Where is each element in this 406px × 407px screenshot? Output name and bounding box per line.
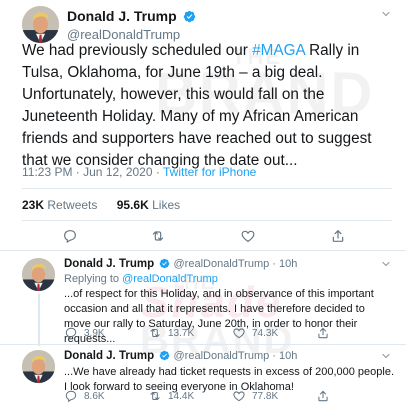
reply-count: 8.6K — [84, 390, 105, 402]
divider — [22, 188, 392, 189]
reply-actions: 8.6K 14.4K 77.8K — [0, 389, 406, 407]
author-avatar[interactable] — [22, 350, 55, 383]
share-icon — [316, 326, 330, 340]
retweet-button[interactable]: 13.7K — [148, 326, 194, 340]
like-button[interactable]: 74.3K — [232, 326, 278, 340]
main-tweet[interactable]: Donald J. Trump @realDonaldTrump We had … — [0, 0, 406, 226]
replying-to: Replying to @realDonaldTrump — [64, 273, 394, 285]
author-avatar[interactable] — [22, 6, 59, 43]
like-count: 74.3K — [252, 327, 279, 339]
reply-actions: 3.9K 13.7K 74.3K — [0, 326, 406, 344]
share-button[interactable] — [330, 228, 352, 244]
divider — [0, 344, 406, 345]
hashtag-link[interactable]: #MAGA — [252, 42, 305, 59]
tweet-text-start: We had previously scheduled our — [22, 42, 253, 59]
verified-badge-icon — [159, 258, 170, 269]
retweets-count: 23K — [22, 198, 45, 212]
author-name[interactable]: Donald J. Trump — [64, 258, 154, 270]
main-actions — [0, 228, 406, 246]
like-button[interactable]: 77.8K — [232, 389, 278, 403]
like-button[interactable] — [240, 228, 262, 244]
replying-to-handle[interactable]: @realDonaldTrump — [122, 273, 218, 285]
like-icon — [232, 326, 246, 340]
retweets-label: Retweets — [47, 198, 98, 212]
reply-count: 3.9K — [84, 327, 105, 339]
share-button[interactable] — [316, 326, 336, 340]
share-icon — [330, 228, 346, 244]
like-icon — [232, 389, 246, 403]
verified-badge-icon — [159, 350, 170, 361]
tweet-meta: 11:23 PM · Jun 12, 2020 · Twitter for iP… — [22, 165, 256, 179]
likes-count: 95.6K — [116, 198, 149, 212]
likes-label: Likes — [152, 198, 181, 212]
chevron-down-icon[interactable] — [380, 8, 392, 20]
tweet-timestamp[interactable]: 11:23 PM · Jun 12, 2020 · — [22, 165, 163, 179]
reply-header: Donald J. Trump @realDonaldTrump · 10h — [64, 350, 394, 362]
likes-stat[interactable]: 95.6K Likes — [117, 198, 180, 212]
tweet-source[interactable]: Twitter for iPhone — [163, 165, 256, 179]
replying-prefix: Replying to — [64, 273, 123, 285]
retweet-button[interactable]: 14.4K — [148, 389, 194, 403]
author-name[interactable]: Donald J. Trump — [67, 8, 177, 24]
author-handle[interactable]: @realDonaldTrump · 10h — [174, 350, 298, 362]
verified-badge-icon — [183, 10, 196, 23]
divider — [0, 250, 406, 251]
retweet-icon — [148, 326, 162, 340]
reply-button[interactable]: 3.9K — [64, 326, 105, 340]
retweet-button[interactable] — [150, 228, 172, 244]
reply-icon — [64, 389, 78, 403]
retweet-count: 14.4K — [168, 390, 195, 402]
reply-button[interactable] — [62, 228, 84, 244]
reply-icon — [64, 326, 78, 340]
author-handle[interactable]: @realDonaldTrump · 10h — [174, 258, 298, 270]
tweet-text-rest: Rally in Tulsa, Oklahoma, for June 19th … — [22, 42, 372, 169]
reply-button[interactable]: 8.6K — [64, 389, 105, 403]
reply-icon — [62, 228, 78, 244]
retweets-stat[interactable]: 23K Retweets — [22, 198, 97, 212]
divider — [22, 220, 392, 221]
tweet-header: Donald J. Trump @realDonaldTrump — [67, 8, 196, 42]
tweet-stats: 23K Retweets 95.6K Likes — [22, 198, 196, 212]
retweet-icon — [148, 389, 162, 403]
retweet-icon — [150, 228, 166, 244]
share-icon — [316, 389, 330, 403]
like-icon — [240, 228, 256, 244]
share-button[interactable] — [316, 389, 336, 403]
tweet-text: We had previously scheduled our #MAGA Ra… — [22, 40, 394, 172]
author-avatar[interactable] — [22, 258, 55, 291]
retweet-count: 13.7K — [168, 327, 195, 339]
reply-header: Donald J. Trump @realDonaldTrump · 10h — [64, 258, 394, 270]
author-name[interactable]: Donald J. Trump — [64, 350, 154, 362]
like-count: 77.8K — [252, 390, 279, 402]
